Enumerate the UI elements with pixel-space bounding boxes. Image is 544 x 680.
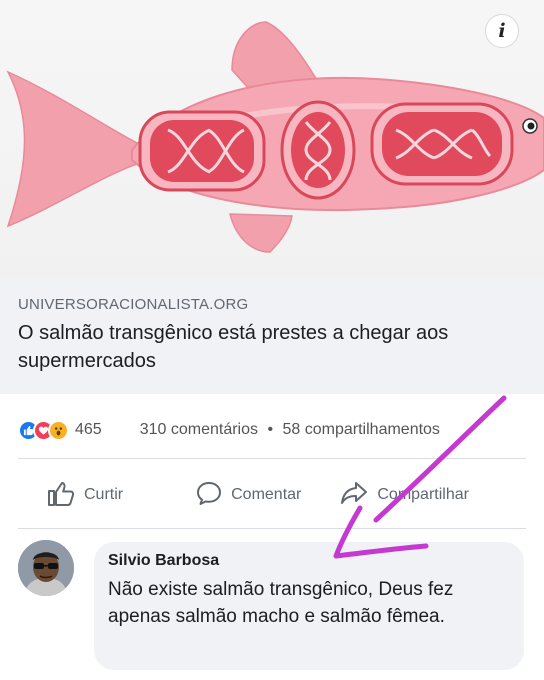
dna-window-middle: [280, 100, 356, 200]
comments-count[interactable]: 310 comentários: [140, 421, 258, 438]
dna-window-left: [138, 110, 266, 192]
comment-bubble: Silvio Barbosa Não existe salmão transgê…: [94, 542, 524, 670]
comment-button[interactable]: Comentar: [195, 479, 301, 512]
share-arrow-icon: [339, 479, 369, 512]
divider: [18, 458, 526, 459]
comments-shares: 310 comentários • 58 compartilhamentos: [140, 421, 440, 439]
stats-separator: •: [267, 421, 274, 438]
dna-window-right: [370, 102, 514, 186]
comment-label: Comentar: [231, 486, 302, 503]
link-domain: UNIVERSORACIONALISTA.ORG: [18, 296, 249, 313]
thumbs-up-icon: [46, 479, 76, 512]
info-icon[interactable]: i: [485, 14, 519, 48]
transgenic-salmon-illustration: [6, 21, 544, 253]
wow-icon: [48, 419, 69, 441]
post-stats: 465 310 comentários • 58 compartilhament…: [18, 410, 526, 450]
link-preview-image[interactable]: i: [0, 0, 544, 278]
link-preview-card[interactable]: UNIVERSORACIONALISTA.ORG O salmão transg…: [0, 278, 544, 394]
post-actions: Curtir Comentar Compartilhar: [18, 470, 526, 520]
like-label: Curtir: [84, 486, 124, 503]
speech-bubble-icon: [195, 479, 223, 512]
reaction-summary[interactable]: 465: [18, 419, 102, 441]
divider: [18, 528, 526, 529]
share-label: Compartilhar: [377, 486, 469, 503]
shares-count[interactable]: 58 compartilhamentos: [283, 421, 440, 438]
reaction-count: 465: [75, 421, 102, 438]
comment-author[interactable]: Silvio Barbosa: [108, 552, 510, 570]
avatar[interactable]: [18, 540, 74, 596]
comment: Silvio Barbosa Não existe salmão transgê…: [18, 540, 538, 680]
link-title[interactable]: O salmão transgênico está prestes a cheg…: [18, 319, 518, 375]
share-button[interactable]: Compartilhar: [339, 479, 469, 512]
comment-text: Não existe salmão transgênico, Deus fez …: [108, 579, 454, 627]
like-button[interactable]: Curtir: [46, 479, 123, 512]
